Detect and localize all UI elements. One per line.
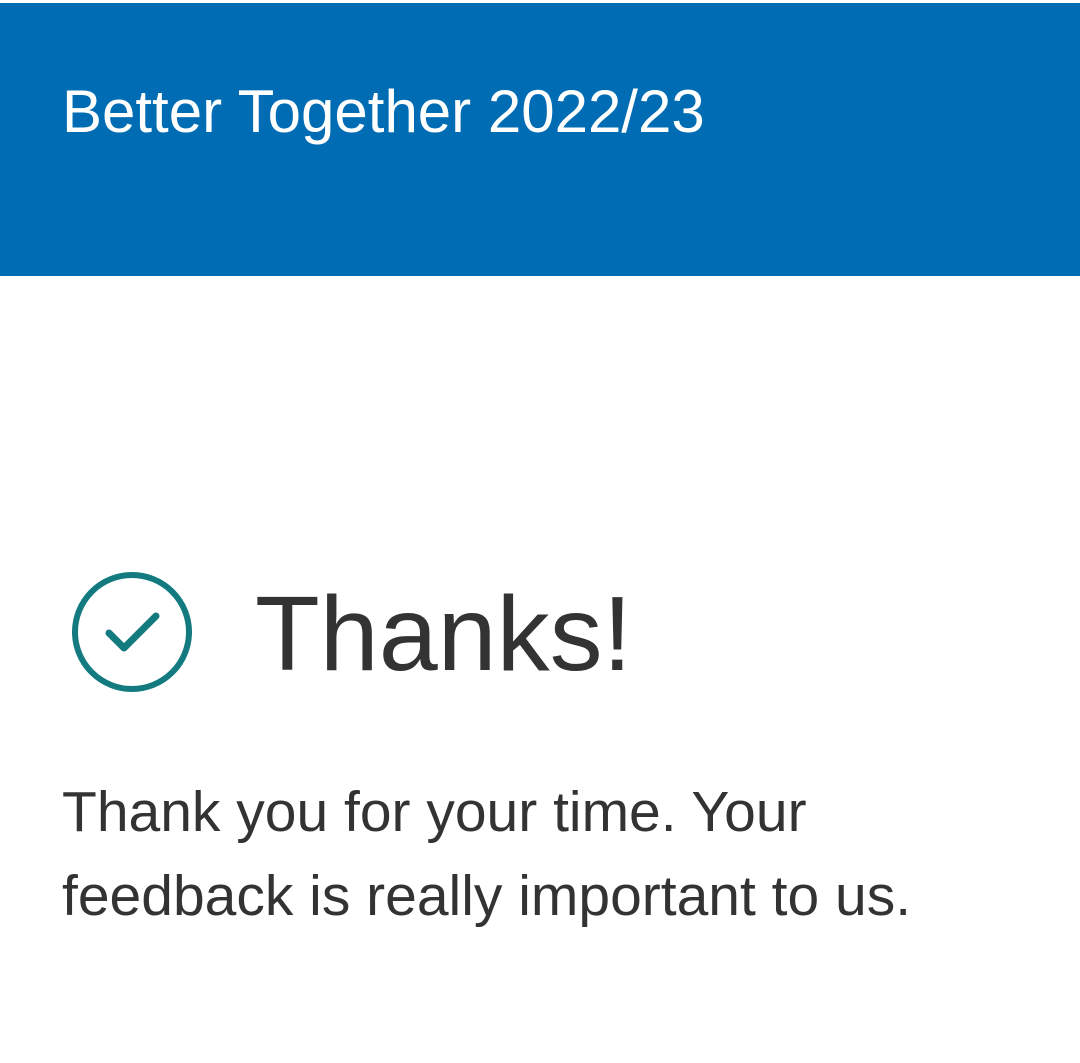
form-title: Better Together 2022/23 (62, 78, 705, 145)
thank-you-message: Thank you for your time. Your feedback i… (62, 780, 912, 928)
thanks-heading: Thanks! (255, 575, 633, 693)
form-header: Better Together 2022/23 (0, 3, 1080, 276)
confirmation-banner: Thanks! (70, 570, 1050, 695)
check-circle-icon (70, 570, 194, 694)
